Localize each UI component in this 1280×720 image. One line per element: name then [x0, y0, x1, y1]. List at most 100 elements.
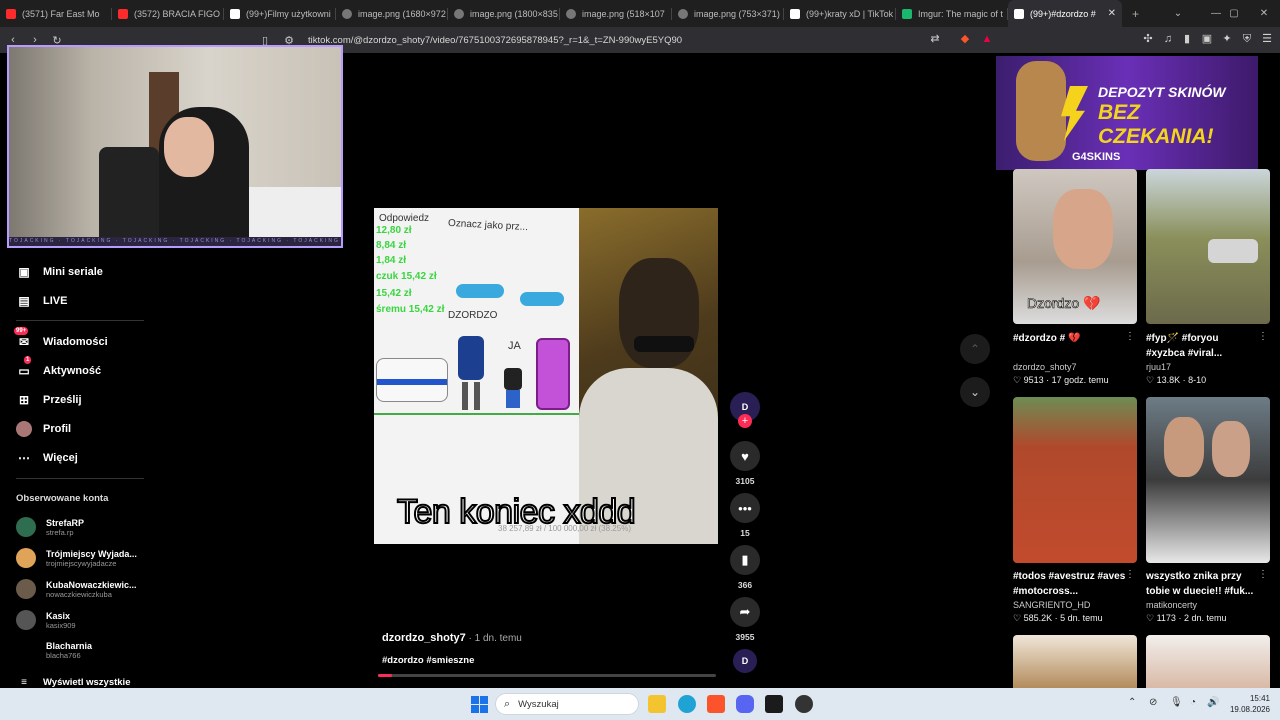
- video-thumbnail[interactable]: [1146, 397, 1270, 563]
- nav-live[interactable]: ▤ LIVE: [16, 293, 67, 309]
- followed-account[interactable]: KubaNowaczkiewic... nowaczkiewiczkuba: [16, 579, 137, 599]
- microphone-icon[interactable]: 🎙: [1170, 697, 1183, 708]
- file-explorer-icon[interactable]: [648, 695, 666, 713]
- browser-tab-active[interactable]: (99+)#dzordzo # ✕: [1008, 0, 1122, 27]
- video-thumbnail[interactable]: [1146, 169, 1270, 324]
- vpn-icon[interactable]: ⛨: [1240, 32, 1254, 46]
- save-button[interactable]: ▮ 366: [730, 545, 760, 590]
- obs-icon[interactable]: [795, 695, 813, 713]
- translate-icon[interactable]: ⇄: [928, 32, 942, 46]
- heart-outline-icon: ♡: [1013, 613, 1024, 623]
- new-tab-button[interactable]: +: [1122, 7, 1149, 21]
- more-options-icon[interactable]: ⋮: [1125, 569, 1135, 580]
- more-icon: ⋯: [18, 451, 30, 465]
- bookmark-icon: ▮: [730, 545, 760, 575]
- browser-tab[interactable]: image.png (1800×835: [448, 0, 560, 27]
- video-thumbnail[interactable]: [1146, 635, 1270, 688]
- ad-line-2: BEZ CZEKANIA!: [1098, 101, 1214, 148]
- brave-icon[interactable]: [707, 695, 725, 713]
- browser-tab[interactable]: image.png (518×107: [560, 0, 672, 27]
- browser-tab[interactable]: image.png (1680×972: [336, 0, 448, 27]
- close-tab-icon[interactable]: ✕: [1108, 8, 1116, 19]
- comment-button[interactable]: ••• 15: [730, 493, 760, 538]
- taskbar-search[interactable]: ⌕ Wyszukaj: [495, 693, 639, 715]
- menu-icon[interactable]: ☰: [1260, 32, 1274, 46]
- mini-series-icon: ▣: [18, 265, 30, 279]
- nav-upload[interactable]: ⊞ Prześlij: [16, 392, 82, 408]
- nav-activity[interactable]: ▭ 1 Aktywność: [16, 356, 101, 379]
- recommended-video-card[interactable]: #todos #avestruz #aves #motocross... ⋮ S…: [1013, 397, 1137, 624]
- more-options-icon[interactable]: ⋮: [1258, 331, 1268, 342]
- nav-more[interactable]: ⋯ Więcej: [16, 450, 78, 466]
- video-progress-fill: [378, 674, 392, 677]
- browser-tab[interactable]: Imgur: The magic of t: [896, 0, 1008, 27]
- video-progress-bar[interactable]: [378, 674, 716, 677]
- address-bar[interactable]: ⚙ tiktok.com/@dzordzo_shoty7/video/76751…: [278, 30, 998, 50]
- wifi-icon[interactable]: ◔: [1190, 697, 1196, 708]
- video-user[interactable]: rjuu17: [1146, 362, 1270, 372]
- ad-banner[interactable]: DEPOZYT SKINÓW BEZ CZEKANIA! G4SKINS: [996, 56, 1258, 170]
- extensions-icon[interactable]: ✣: [1141, 32, 1155, 46]
- nav-messages[interactable]: ✉ 99+ Wiadomości: [14, 327, 108, 350]
- thumbnail-text: Dzordzo 💔: [1027, 295, 1101, 312]
- video-thumbnail[interactable]: [1013, 635, 1137, 688]
- next-video-button[interactable]: ⌄: [960, 377, 990, 407]
- browser-tab[interactable]: (3572) BRACIA FIGO F: [112, 0, 224, 27]
- windows-start-icon[interactable]: [470, 695, 488, 713]
- browser-tab[interactable]: (99+)Filmy użytkowni: [224, 0, 336, 27]
- nav-mini-series[interactable]: ▣ Mini seriale: [16, 264, 103, 280]
- tray-chevron-icon[interactable]: ⌃: [1128, 697, 1136, 708]
- divider: [16, 320, 144, 321]
- video-user[interactable]: matikoncerty: [1146, 600, 1270, 610]
- ja-figure-drawing: [504, 368, 522, 390]
- followed-account[interactable]: Trójmiejscy Wyjada... trojmiejscywyjadacz…: [16, 548, 137, 568]
- more-options-icon[interactable]: ⋮: [1258, 569, 1268, 580]
- tab-search-icon[interactable]: ⌄: [1158, 0, 1198, 27]
- share-button[interactable]: ➦ 3955: [730, 597, 760, 642]
- browser-tab[interactable]: (3571) Far East Mo: [0, 0, 112, 27]
- money-line: 15,42 zł: [376, 288, 412, 299]
- follow-plus-icon[interactable]: +: [738, 414, 752, 428]
- followed-account[interactable]: Kasix kasix909: [16, 610, 76, 630]
- volume-icon[interactable]: 🔊: [1207, 697, 1219, 708]
- browser-tab[interactable]: (99+)kraty xD | TikTok: [784, 0, 896, 27]
- network-icon[interactable]: ⊘: [1149, 697, 1157, 708]
- video-author[interactable]: dzordzo_shoty7 · 1 dn. temu: [382, 632, 522, 644]
- url-text[interactable]: tiktok.com/@dzordzo_shoty7/video/7675100…: [308, 35, 682, 46]
- app-icon[interactable]: [765, 695, 783, 713]
- video-meta: ♡ 585.2K · 5 dn. temu: [1013, 613, 1103, 623]
- chevron-up-icon: ⌃: [969, 342, 981, 356]
- taskbar-clock[interactable]: 15:41 19.08.2026: [1226, 693, 1270, 715]
- globe-icon: [454, 8, 464, 19]
- leo-ai-icon[interactable]: ✦: [1220, 32, 1234, 46]
- browser-tab[interactable]: image.png (753×371): [672, 0, 784, 27]
- video-progress-text: 38 257,89 zł / 100 000,00 zł (38.25%): [498, 524, 631, 533]
- money-line: 12,80 zł: [376, 225, 412, 236]
- close-window-icon[interactable]: ✕: [1244, 0, 1280, 27]
- video-meta: ♡ 1173 · 2 dn. temu: [1146, 613, 1227, 623]
- recommended-video-card[interactable]: Dzordzo 💔 #dzordzo # 💔 ⋮ dzordzo_shoty7 …: [1013, 169, 1137, 386]
- followed-account[interactable]: StrefaRP strefa.rp: [16, 517, 84, 537]
- sidebar-toggle-icon[interactable]: ▮: [1180, 32, 1194, 46]
- recommended-video-card[interactable]: wszystko znika przy tobie w duecie!! #fu…: [1146, 397, 1270, 624]
- video-thumbnail[interactable]: Dzordzo 💔: [1013, 169, 1137, 324]
- video-hashtags[interactable]: #dzordzo #smieszne: [382, 655, 474, 666]
- creator-avatar[interactable]: D +: [730, 392, 760, 428]
- like-button[interactable]: ♥ 3105: [730, 441, 760, 486]
- more-options-icon[interactable]: ⋮: [1125, 331, 1135, 342]
- activity-icon: ▭ 1: [18, 356, 32, 378]
- brave-rewards-icon[interactable]: ▲: [980, 32, 994, 46]
- brave-shield-icon[interactable]: ◆: [958, 32, 972, 46]
- nav-profile[interactable]: Profil: [16, 421, 71, 437]
- music-disc[interactable]: D: [730, 649, 760, 673]
- discord-icon[interactable]: [736, 695, 754, 713]
- video-user[interactable]: dzordzo_shoty7: [1013, 362, 1137, 372]
- previous-video-button[interactable]: ⌃: [960, 334, 990, 364]
- music-icon[interactable]: ♫: [1161, 32, 1175, 46]
- wallet-icon[interactable]: ▣: [1200, 32, 1214, 46]
- followed-account[interactable]: Blacharnia blacha766: [16, 640, 92, 660]
- edge-icon[interactable]: [678, 695, 696, 713]
- video-user[interactable]: SANGRIENTO_HD: [1013, 600, 1137, 610]
- video-thumbnail[interactable]: [1013, 397, 1137, 563]
- recommended-video-card[interactable]: #fyp🪄 #foryou #xyzbca #viral... ⋮ rjuu17…: [1146, 169, 1270, 386]
